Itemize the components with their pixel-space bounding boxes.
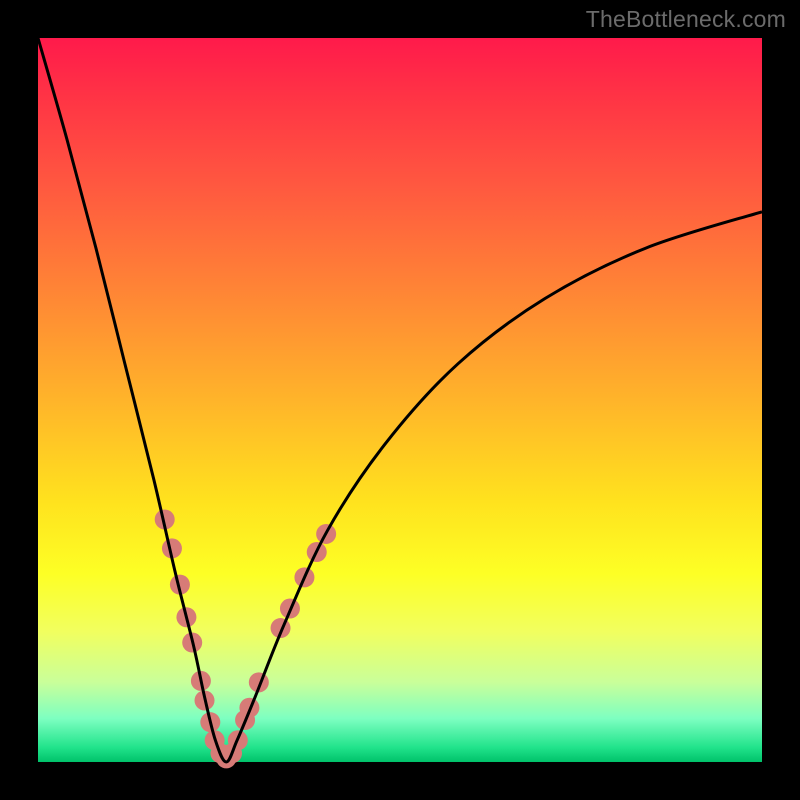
bottleneck-curve: [38, 38, 762, 762]
chart-frame: TheBottleneck.com: [0, 0, 800, 800]
marker-layer: [155, 509, 336, 768]
chart-svg: [38, 38, 762, 762]
watermark-text: TheBottleneck.com: [586, 6, 786, 33]
plot-area: [38, 38, 762, 762]
